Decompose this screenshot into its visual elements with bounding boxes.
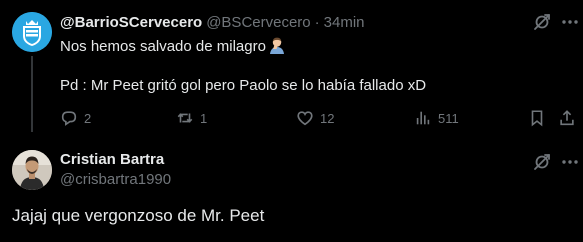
profile-photo: [12, 150, 52, 190]
club-crest-icon: [12, 12, 52, 52]
view-count: 511: [438, 110, 459, 126]
repost-icon: [177, 113, 193, 123]
repost-count: 1: [200, 110, 208, 126]
tweet-action-bar: 2 1 12 511: [60, 108, 576, 128]
reply-count: 2: [84, 110, 92, 126]
repost-button[interactable]: 1: [176, 108, 207, 128]
tweet-header: @BarrioSCervecero @BSCervecero · 34min: [60, 12, 365, 32]
more-options-icon[interactable]: [560, 152, 580, 172]
tweet-line-2: Pd : Mr Peet gritó gol pero Paolo se lo …: [60, 77, 427, 94]
grok-icon[interactable]: [532, 12, 552, 32]
reply-icon: [61, 111, 77, 126]
share-icon: [560, 110, 574, 126]
author-name[interactable]: @BarrioSCervecero: [60, 14, 202, 31]
tweet-line-1: Nos hemos salvado de milagro: [60, 36, 426, 56]
like-count: 12: [320, 110, 335, 126]
bookmark-icon: [531, 110, 543, 127]
tweet-timestamp[interactable]: 34min: [324, 14, 365, 31]
tweet-blank-line: [60, 56, 426, 76]
tweet-text: Nos hemos salvado de milagro Pd : Mr Pee…: [60, 36, 426, 96]
tweet-reply[interactable]: Cristian Bartra @crisbartra1990 Jajaj qu…: [0, 140, 583, 242]
share-button[interactable]: [558, 108, 576, 128]
author-handle[interactable]: @BSCervecero: [206, 14, 310, 31]
heart-icon: [297, 111, 313, 126]
grok-icon[interactable]: [532, 152, 552, 172]
author-handle[interactable]: @crisbartra1990: [60, 171, 171, 188]
tweet-text: Jajaj que vergonzoso de Mr. Peet: [12, 206, 265, 225]
author-name[interactable]: Cristian Bartra: [60, 151, 164, 168]
analytics-bars-icon: [416, 111, 430, 125]
tweet-original[interactable]: @BarrioSCervecero @BSCervecero · 34min N…: [0, 0, 583, 140]
like-button[interactable]: 12: [296, 108, 334, 128]
separator-dot: ·: [314, 13, 320, 31]
more-options-icon[interactable]: [560, 12, 580, 32]
facepalm-emoji-icon: [269, 37, 284, 54]
views-button[interactable]: 511: [414, 108, 459, 128]
thread-connector-line: [31, 56, 33, 132]
bookmark-button[interactable]: [528, 108, 546, 128]
avatar-cristian-bartra[interactable]: [12, 150, 52, 190]
reply-button[interactable]: 2: [60, 108, 91, 128]
avatar-barrioscervecero[interactable]: [12, 12, 52, 52]
